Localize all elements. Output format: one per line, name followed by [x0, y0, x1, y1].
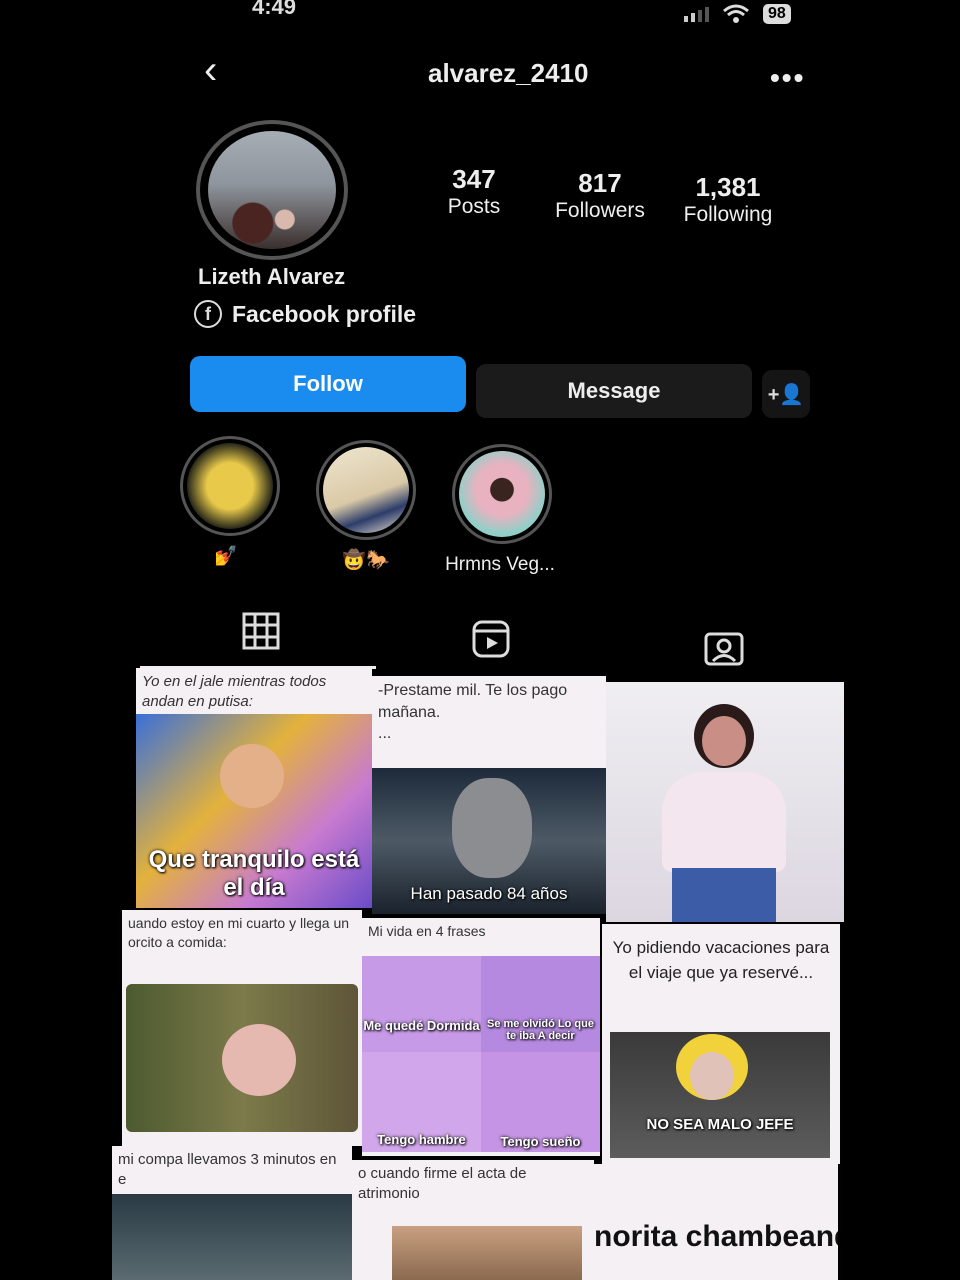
status-icons: 98 [684, 4, 791, 24]
highlight-1[interactable] [180, 436, 280, 536]
status-time: 4:49 [252, 0, 297, 19]
more-options-icon[interactable]: ••• [770, 62, 805, 94]
panel-text: Me quedé Dormida [363, 1018, 480, 1033]
post-tile[interactable]: Yo pidiendo vacaciones para el viaje que… [602, 924, 840, 1164]
selfie-face [702, 716, 746, 766]
highlight-thumbnail [459, 451, 545, 537]
post-tile[interactable]: Yo en el jale mientras todos andan en pu… [136, 668, 372, 908]
post-image: Han pasado 84 años [372, 768, 606, 914]
avatar-photo [208, 131, 336, 249]
post-tile[interactable] [606, 682, 844, 922]
selfie-shirt [662, 772, 786, 872]
highlight-ring [316, 440, 416, 540]
post-overlay-text: Han pasado 84 años [410, 884, 568, 903]
panel-text: Tengo hambre [377, 1132, 466, 1147]
post-tile[interactable]: norita chambeand ro al rato chelean [594, 1164, 838, 1280]
old-woman-face [452, 778, 532, 878]
profile-avatar[interactable] [196, 120, 348, 260]
highlight-thumbnail [323, 447, 409, 533]
post-caption: Yo pidiendo vacaciones para el viaje que… [612, 938, 830, 982]
post-caption: mi compa llevamos 3 minutos en e [118, 1151, 337, 1189]
post-overlay-text: NO SEA MALO JEFE [646, 1116, 794, 1133]
profile-username: alvarez_2410 [428, 58, 589, 88]
stat-following[interactable]: 1,381 Following [676, 172, 780, 227]
highlight-ring [180, 436, 280, 536]
followers-count: 817 [578, 168, 622, 198]
message-button[interactable]: Message [476, 364, 752, 418]
signal-icon [684, 6, 709, 22]
post-image [392, 1226, 582, 1280]
highlight-ring [452, 444, 552, 544]
post-tile[interactable]: uando estoy en mi cuarto y llega un orci… [122, 910, 362, 1146]
highlight-3[interactable] [452, 444, 552, 544]
post-caption: Yo en el jale mientras todos andan en pu… [142, 673, 327, 711]
post-image: Que tranquilo está el día [136, 714, 372, 908]
panel-image: Se me olvidó Lo que te iba A decir [481, 956, 600, 1052]
wifi-icon [723, 4, 749, 23]
post-image: NO SEA MALO JEFE [610, 1032, 830, 1158]
selfie-jeans [672, 868, 776, 922]
tagged-icon[interactable] [704, 628, 744, 666]
battery-indicator: 98 [763, 4, 791, 24]
profile-full-name: Lizeth Alvarez [198, 264, 346, 289]
highlight-thumbnail [187, 443, 273, 529]
post-tile[interactable]: Mi vida en 4 frases Me quedé Dormida Se … [362, 918, 600, 1156]
following-label: Following [683, 203, 773, 226]
reels-icon[interactable] [472, 620, 510, 658]
facebook-profile-link[interactable]: f Facebook profile [194, 300, 416, 328]
grid-icon[interactable] [242, 612, 280, 650]
highlight-label: 🤠🐎 [342, 550, 390, 571]
clown-face [690, 1052, 734, 1100]
follow-button[interactable]: Follow [190, 356, 466, 412]
post-caption: Mi vida en 4 frases [368, 923, 486, 939]
post-overlay-text: Que tranquilo está el día [148, 846, 360, 901]
post-image [112, 1194, 352, 1280]
panel-image: Me quedé Dormida [362, 956, 481, 1052]
post-tile[interactable]: mi compa llevamos 3 minutos en e [112, 1146, 352, 1280]
post-caption: o cuando firme el acta de atrimonio [358, 1165, 527, 1203]
panel-image: Tengo hambre [362, 1052, 481, 1152]
stat-followers[interactable]: 817 Followers [548, 168, 652, 223]
facebook-profile-label: Facebook profile [232, 300, 417, 327]
posts-label: Posts [447, 195, 501, 218]
facebook-icon: f [194, 300, 222, 328]
highlight-2[interactable] [316, 440, 416, 540]
post-overlay-text: norita chambeand ro al rato chelean [594, 1220, 838, 1253]
following-count: 1,381 [695, 172, 761, 202]
post-image [126, 984, 358, 1132]
highlight-label: Hrmns Veg... [445, 554, 555, 575]
followers-label: Followers [555, 199, 645, 222]
highlight-label: 💅 [214, 546, 238, 567]
cartoon-face [220, 744, 284, 808]
post-caption: -Prestame mil. Te los pago mañana. ... [378, 682, 568, 743]
panel-text: Tengo sueño [500, 1134, 581, 1149]
post-caption: uando estoy en mi cuarto y llega un orci… [128, 915, 350, 950]
posts-count: 347 [452, 164, 496, 194]
post-tile[interactable]: o cuando firme el acta de atrimonio [352, 1160, 594, 1280]
panel-text: Se me olvidó Lo que te iba A decir [487, 1018, 594, 1042]
back-icon[interactable]: ‹ [204, 48, 217, 93]
stat-posts[interactable]: 347 Posts [432, 164, 516, 219]
pig-figure [222, 1024, 296, 1096]
add-user-icon[interactable]: +👤 [762, 370, 810, 418]
post-tile[interactable]: -Prestame mil. Te los pago mañana. ... H… [372, 676, 606, 914]
panel-image: Tengo sueño [481, 1052, 600, 1152]
